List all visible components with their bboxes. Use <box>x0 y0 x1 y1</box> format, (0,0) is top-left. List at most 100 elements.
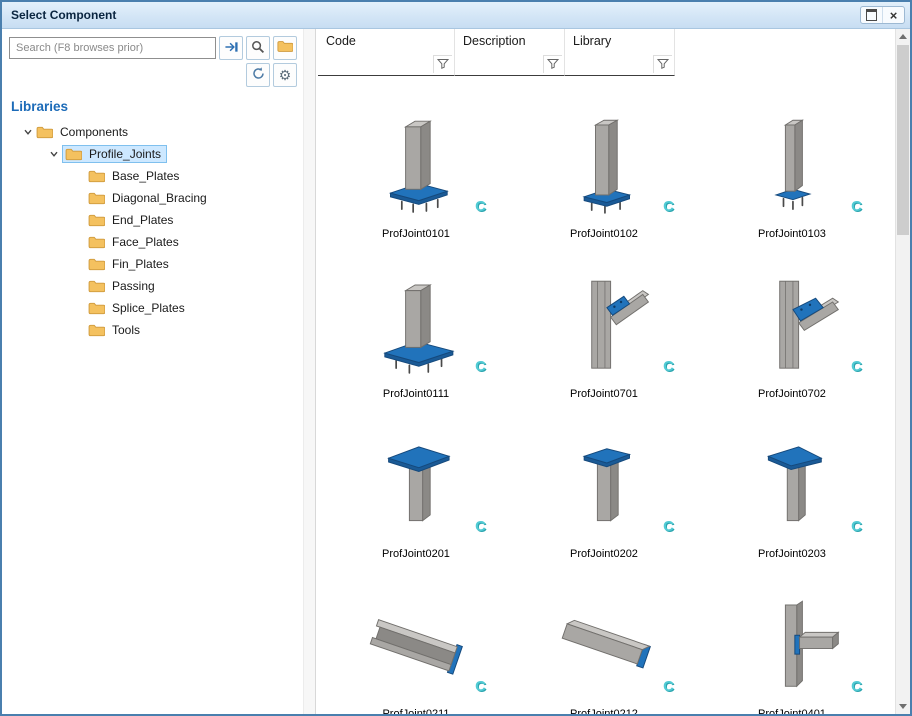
component-name: ProfJoint0211 <box>382 708 449 714</box>
filter-funnel-icon <box>437 58 449 69</box>
library-panel: ⚙ Libraries Components <box>2 29 316 714</box>
search-input[interactable] <box>9 37 216 59</box>
component-tile[interactable]: C ProfJoint0212 <box>510 566 698 714</box>
component-tile[interactable]: C ProfJoint0701 <box>510 246 698 406</box>
component-tile[interactable]: C ProfJoint0202 <box>510 406 698 566</box>
component-tile[interactable]: C ProfJoint0101 <box>322 86 510 246</box>
component-tile[interactable]: C ProfJoint0203 <box>698 406 886 566</box>
gear-icon: ⚙ <box>279 68 292 82</box>
component-thumbnail <box>740 590 844 706</box>
left-panel-scrollbar[interactable] <box>303 29 315 714</box>
close-button[interactable]: × <box>882 7 904 23</box>
component-name: ProfJoint0401 <box>758 708 826 714</box>
tekla-c-logo-icon: C <box>663 359 674 374</box>
component-tile[interactable]: C ProfJoint0401 <box>698 566 886 714</box>
window-controls: × <box>860 6 905 24</box>
component-thumbnail <box>552 430 656 546</box>
component-thumbnail <box>364 590 468 706</box>
dialog-body: ⚙ Libraries Components <box>2 29 910 714</box>
component-name: ProfJoint0202 <box>570 548 638 560</box>
folder-icon <box>88 257 106 271</box>
vertical-scrollbar[interactable] <box>895 29 910 714</box>
header-filler <box>675 29 896 76</box>
tree-item-profile-joints[interactable]: Profile_Joints <box>9 143 299 165</box>
advanced-search-button[interactable] <box>246 36 270 60</box>
chevron-down-icon[interactable] <box>19 127 36 137</box>
component-name: ProfJoint0212 <box>570 708 638 714</box>
component-thumbnail <box>552 270 656 386</box>
folder-icon <box>88 235 106 249</box>
component-tile[interactable]: C ProfJoint0111 <box>322 246 510 406</box>
filter-funnel-icon <box>547 58 559 69</box>
component-name: ProfJoint0702 <box>758 388 826 400</box>
component-panel: Code Description Library <box>316 29 910 714</box>
float-window-button[interactable] <box>861 7 882 23</box>
tree-item-label: Profile_Joints <box>89 147 161 161</box>
component-thumbnail <box>740 270 844 386</box>
search-row <box>9 36 297 60</box>
tree-item-label: Passing <box>112 279 155 293</box>
search-go-button[interactable] <box>219 36 243 60</box>
settings-button[interactable]: ⚙ <box>273 63 297 87</box>
libraries-heading: Libraries <box>11 99 309 114</box>
refresh-icon <box>251 66 266 84</box>
component-thumbnail <box>740 110 844 226</box>
tree-item-tools[interactable]: Tools <box>9 319 299 341</box>
tekla-c-logo-icon: C <box>851 199 862 214</box>
component-name: ProfJoint0203 <box>758 548 826 560</box>
tekla-c-logo-icon: C <box>663 679 674 694</box>
folder-icon <box>88 191 106 205</box>
tree-item-face-plates[interactable]: Face_Plates <box>9 231 299 253</box>
component-tile[interactable]: C ProfJoint0211 <box>322 566 510 714</box>
tree-item-end-plates[interactable]: End_Plates <box>9 209 299 231</box>
scrollbar-thumb[interactable] <box>897 45 909 235</box>
tree-item-fin-plates[interactable]: Fin_Plates <box>9 253 299 275</box>
scroll-down-button[interactable] <box>896 699 910 714</box>
component-thumbnail <box>364 110 468 226</box>
tree-item-label: Fin_Plates <box>112 257 169 271</box>
scroll-up-icon <box>899 34 907 39</box>
tree-item-base-plates[interactable]: Base_Plates <box>9 165 299 187</box>
filter-button-library[interactable] <box>653 55 672 73</box>
tekla-c-logo-icon: C <box>851 679 862 694</box>
tekla-c-logo-icon: C <box>663 519 674 534</box>
component-name: ProfJoint0201 <box>382 548 450 560</box>
folder-icon <box>88 323 106 337</box>
tekla-c-logo-icon: C <box>851 519 862 534</box>
tree-item-passing[interactable]: Passing <box>9 275 299 297</box>
column-header-code[interactable]: Code <box>318 29 455 76</box>
selected-highlight: Profile_Joints <box>62 145 167 163</box>
column-header-description[interactable]: Description <box>455 29 565 76</box>
filter-button-code[interactable] <box>433 55 452 73</box>
title-bar[interactable]: Select Component × <box>2 2 910 29</box>
folder-icon <box>88 213 106 227</box>
tree-item-splice-plates[interactable]: Splice_Plates <box>9 297 299 319</box>
component-tile[interactable]: C ProfJoint0103 <box>698 86 886 246</box>
folder-icon <box>88 169 106 183</box>
panel-toolbar: ⚙ <box>9 63 297 87</box>
component-tile[interactable]: C ProfJoint0702 <box>698 246 886 406</box>
scroll-up-button[interactable] <box>896 29 910 44</box>
tree-item-diagonal-bracing[interactable]: Diagonal_Bracing <box>9 187 299 209</box>
refresh-button[interactable] <box>246 63 270 87</box>
browse-folder-button[interactable] <box>273 36 297 60</box>
library-tree: Components Profile_Joints <box>9 121 299 708</box>
component-tile[interactable]: C ProfJoint0201 <box>322 406 510 566</box>
column-header-label: Code <box>326 34 356 48</box>
filter-button-description[interactable] <box>543 55 562 73</box>
component-name: ProfJoint0103 <box>758 228 826 240</box>
grid-header: Code Description Library <box>318 29 896 76</box>
component-name: ProfJoint0701 <box>570 388 638 400</box>
component-thumbnail <box>552 110 656 226</box>
component-tile[interactable]: C ProfJoint0102 <box>510 86 698 246</box>
tekla-c-logo-icon: C <box>475 519 486 534</box>
chevron-down-icon[interactable] <box>45 149 62 159</box>
scroll-down-icon <box>899 704 907 709</box>
column-header-library[interactable]: Library <box>565 29 675 76</box>
folder-icon <box>36 125 54 139</box>
tree-item-components[interactable]: Components <box>9 121 299 143</box>
tree-item-label: Splice_Plates <box>112 301 185 315</box>
tree-item-label: End_Plates <box>112 213 173 227</box>
select-component-dialog: Select Component × <box>0 0 912 716</box>
component-name: ProfJoint0111 <box>383 388 449 400</box>
